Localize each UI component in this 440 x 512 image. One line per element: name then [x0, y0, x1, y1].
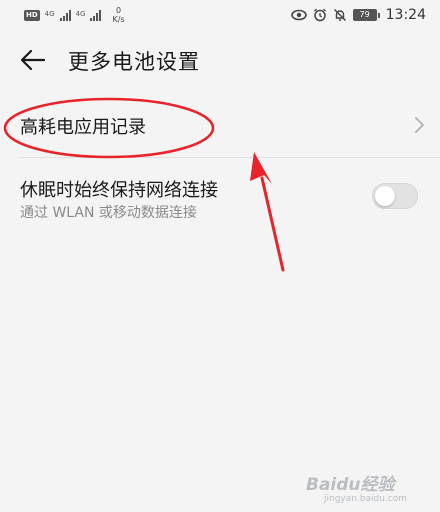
- battery-icon: 79: [352, 9, 380, 21]
- watermark-brand: Baidu经验: [306, 475, 395, 495]
- battery-level: 79: [352, 9, 377, 21]
- status-right: 79 13:24: [290, 7, 426, 23]
- status-bar: HD 4G 4G 0 K/s 79 13:24: [0, 0, 440, 30]
- keep-network-title: 休眠时始终保持网络连接: [20, 180, 218, 201]
- app-header: 更多电池设置: [0, 30, 440, 90]
- network-type-1: 4G: [44, 10, 55, 18]
- network-speed: 0 K/s: [112, 6, 124, 24]
- chevron-right-icon: [415, 117, 424, 133]
- keep-network-subtitle: 通过 WLAN 或移动数据连接: [20, 205, 197, 221]
- back-button[interactable]: [18, 46, 48, 74]
- network-type-2: 4G: [75, 10, 86, 18]
- keep-network-toggle[interactable]: [372, 183, 418, 209]
- speed-value: 0: [115, 6, 122, 15]
- mute-icon: [333, 9, 346, 21]
- high-power-apps-item[interactable]: 高耗电应用记录: [0, 95, 440, 157]
- speed-unit: K/s: [112, 15, 125, 24]
- signal-icon: [59, 9, 71, 21]
- signal-icon-2: [90, 9, 102, 21]
- watermark: Baidu经验 jingyan.baidu.com: [300, 470, 440, 512]
- toggle-knob: [375, 186, 395, 206]
- high-power-apps-label: 高耗电应用记录: [20, 117, 146, 138]
- hd-icon: HD: [24, 9, 40, 21]
- status-time: 13:24: [385, 7, 426, 23]
- keep-network-item[interactable]: 休眠时始终保持网络连接 通过 WLAN 或移动数据连接: [0, 160, 440, 230]
- status-left: HD 4G 4G 0 K/s: [24, 6, 125, 24]
- alarm-icon: [313, 8, 326, 22]
- list-divider: [20, 157, 440, 158]
- eye-icon: [290, 9, 307, 21]
- watermark-url: jingyan.baidu.com: [324, 494, 408, 504]
- arrow-left-icon: [20, 49, 46, 71]
- page-title: 更多电池设置: [68, 50, 200, 74]
